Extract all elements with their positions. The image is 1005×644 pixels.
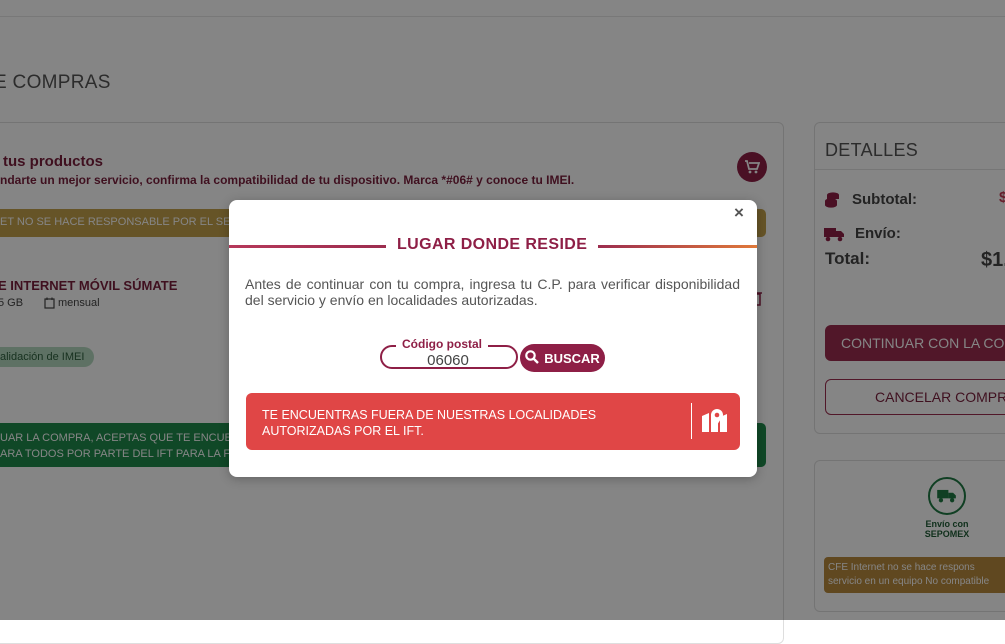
search-icon xyxy=(525,349,540,367)
alert-divider xyxy=(691,403,692,439)
title-divider-right xyxy=(598,245,757,248)
postal-code-input[interactable] xyxy=(389,352,507,368)
title-divider-left xyxy=(229,245,386,248)
search-button-label: BUSCAR xyxy=(544,350,600,366)
out-of-area-alert: TE ENCUENTRAS FUERA DE NUESTRAS LOCALIDA… xyxy=(246,393,740,450)
map-marker-icon xyxy=(701,408,728,438)
search-button[interactable]: BUSCAR xyxy=(520,344,605,372)
close-icon[interactable]: × xyxy=(734,203,744,223)
residence-modal: × LUGAR DONDE RESIDE Antes de continuar … xyxy=(229,200,757,477)
postal-code-label: Código postal xyxy=(396,337,488,351)
alert-text: TE ENCUENTRAS FUERA DE NUESTRAS LOCALIDA… xyxy=(262,408,597,438)
modal-title: LUGAR DONDE RESIDE xyxy=(397,236,588,253)
modal-description: Antes de continuar con tu compra, ingres… xyxy=(245,276,740,308)
